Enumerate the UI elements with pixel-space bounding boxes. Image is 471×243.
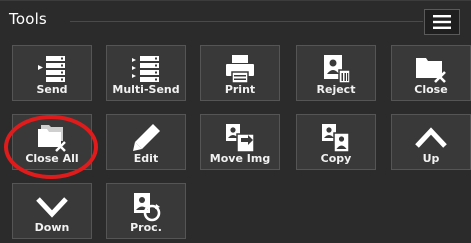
multi-send-icon [129,52,163,86]
hamburger-menu-icon [433,15,451,29]
move-img-button[interactable]: Move Img [200,114,280,170]
send-button[interactable]: Send [12,45,92,101]
proc-button[interactable]: Proc. [106,183,186,239]
tools-panel: Tools Send Multi-Send Print Reject Close… [0,0,471,243]
edit-button[interactable]: Edit [106,114,186,170]
chevron-down-icon [35,190,69,224]
panel-title: Tools [9,10,47,28]
close-folder-icon [414,52,448,86]
chevron-up-icon [414,121,448,155]
reject-button[interactable]: Reject [296,45,376,101]
pencil-icon [129,121,163,155]
reject-icon [319,52,353,86]
close-all-folders-icon [35,121,69,155]
printer-icon [223,52,257,86]
title-divider [70,21,423,22]
menu-button[interactable] [424,9,460,35]
close-button[interactable]: Close [391,45,471,101]
print-button[interactable]: Print [200,45,280,101]
process-icon [129,190,163,224]
multi-send-button[interactable]: Multi-Send [106,45,186,101]
copy-icon [319,121,353,155]
send-icon [35,52,69,86]
down-button[interactable]: Down [12,183,92,239]
move-image-icon [223,121,257,155]
close-all-button[interactable]: Close All [12,114,92,170]
up-button[interactable]: Up [391,114,471,170]
copy-button[interactable]: Copy [296,114,376,170]
